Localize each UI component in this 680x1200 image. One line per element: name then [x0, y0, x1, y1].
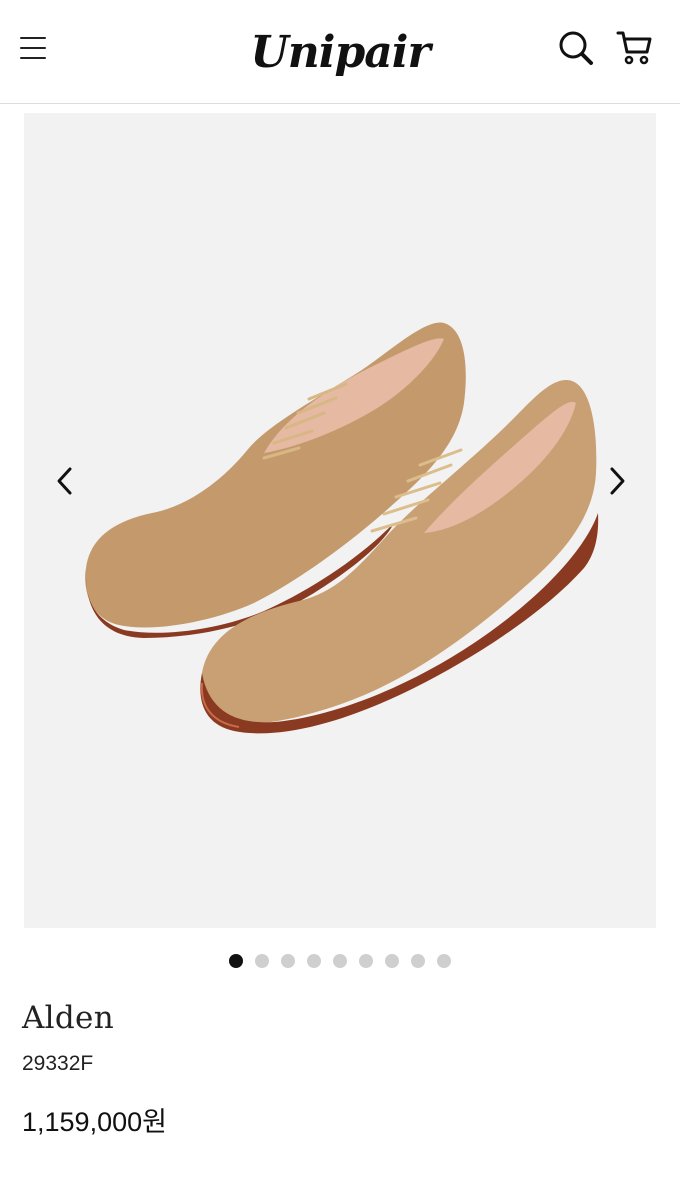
cart-icon[interactable] — [614, 28, 654, 68]
product-model-number: 29332F — [22, 1052, 94, 1075]
gallery-dot-3[interactable] — [281, 954, 295, 968]
gallery-dot-8[interactable] — [411, 954, 425, 968]
gallery-dot-4[interactable] — [307, 954, 321, 968]
site-header: Unipair — [0, 0, 680, 104]
gallery-dot-2[interactable] — [255, 954, 269, 968]
chevron-right-icon[interactable] — [598, 463, 634, 499]
chevron-left-icon[interactable] — [48, 463, 84, 499]
product-image — [85, 322, 599, 734]
product-brand: Alden — [22, 1000, 114, 1036]
product-image-gallery[interactable] — [24, 113, 656, 928]
hamburger-menu-icon[interactable] — [20, 34, 48, 62]
product-price: 1,159,000원 — [22, 1107, 167, 1137]
gallery-dot-9[interactable] — [437, 954, 451, 968]
gallery-pagination-dots — [0, 954, 680, 970]
gallery-dot-6[interactable] — [359, 954, 373, 968]
gallery-dot-5[interactable] — [333, 954, 347, 968]
site-logo[interactable]: Unipair — [240, 18, 440, 88]
search-icon[interactable] — [556, 28, 596, 68]
gallery-dot-1[interactable] — [229, 954, 243, 968]
gallery-dot-7[interactable] — [385, 954, 399, 968]
